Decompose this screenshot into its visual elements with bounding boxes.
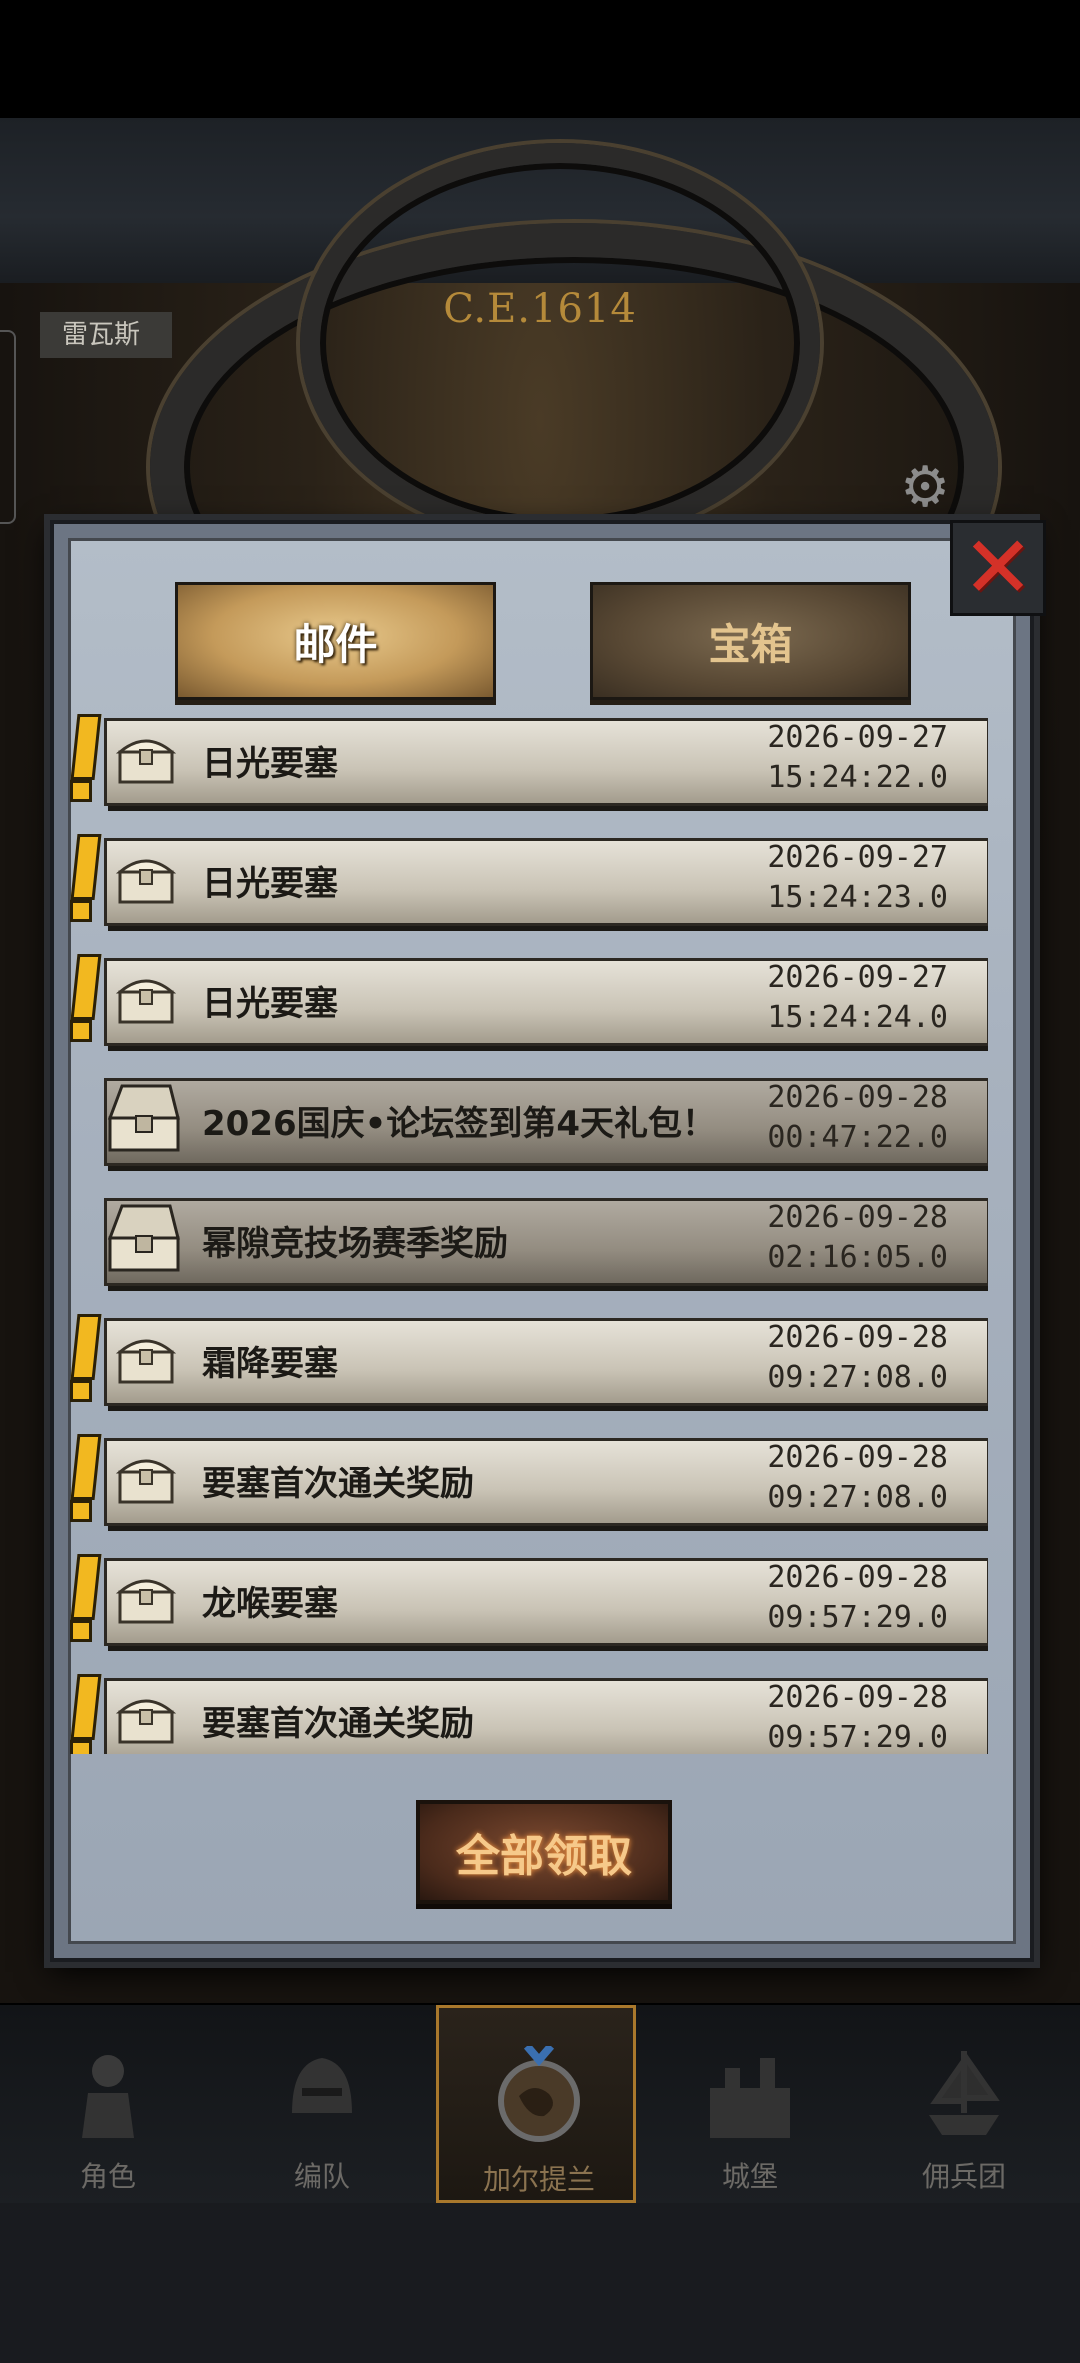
mail-item[interactable]: 龙喉要塞 2026-09-28 09:57:29.0 bbox=[64, 1554, 988, 1646]
mail-timestamp: 2026-09-28 09:57:29.0 bbox=[767, 1680, 948, 1754]
mail-title: 2026国庆•论坛签到第4天礼包！ bbox=[202, 1104, 717, 1144]
mail-timestamp: 2026-09-27 15:24:23.0 bbox=[767, 840, 948, 915]
mail-timestamp: 2026-09-28 02:16:05.0 bbox=[767, 1200, 948, 1275]
mail-timestamp: 2026-09-28 09:27:08.0 bbox=[767, 1320, 948, 1395]
unread-exclamation-icon bbox=[64, 1554, 102, 1646]
knight-icon bbox=[82, 2055, 134, 2138]
nav-item-castle[interactable]: 城堡 bbox=[650, 2005, 850, 2203]
bottom-nav: 角色 编队 加尔提兰 城堡 佣兵团 bbox=[0, 2005, 1080, 2203]
tab-mail[interactable]: 邮件 bbox=[175, 582, 496, 700]
mail-timestamp: 2026-09-28 09:57:29.0 bbox=[767, 1560, 948, 1635]
nav-item-formation[interactable]: 编队 bbox=[222, 2005, 422, 2203]
mail-title: 日光要塞 bbox=[202, 864, 338, 904]
mail-title: 日光要塞 bbox=[202, 744, 338, 784]
treasure-chest-icon bbox=[116, 1579, 176, 1624]
mail-timestamp: 2026-09-27 15:24:24.0 bbox=[767, 960, 948, 1035]
system-nav-bar bbox=[0, 2203, 1080, 2363]
mail-item[interactable]: 霜降要塞 2026-09-28 09:27:08.0 bbox=[64, 1314, 988, 1406]
nav-item-character[interactable]: 角色 bbox=[8, 2005, 208, 2203]
nav-item-mercenaries[interactable]: 佣兵团 bbox=[864, 2005, 1064, 2203]
mail-title: 霜降要塞 bbox=[202, 1344, 338, 1384]
open-chest-icon bbox=[107, 1204, 180, 1272]
ship-icon bbox=[929, 2051, 1000, 2135]
world-map-icon bbox=[498, 2046, 580, 2142]
mail-title: 要塞首次通关奖励 bbox=[202, 1464, 474, 1504]
treasure-chest-icon bbox=[116, 1699, 176, 1744]
mail-item[interactable]: 要塞首次通关奖励 2026-09-28 09:27:08.0 bbox=[64, 1434, 988, 1526]
status-bar bbox=[0, 0, 1080, 118]
unread-exclamation-icon bbox=[64, 834, 102, 926]
unread-exclamation-icon bbox=[64, 1674, 102, 1754]
unread-exclamation-icon bbox=[64, 1314, 102, 1406]
mail-item[interactable]: 要塞首次通关奖励 2026-09-28 09:57:29.0 bbox=[64, 1674, 988, 1754]
mail-item[interactable]: 日光要塞 2026-09-27 15:24:23.0 bbox=[64, 834, 988, 926]
mail-title: 龙喉要塞 bbox=[202, 1584, 338, 1624]
treasure-chest-icon bbox=[116, 1339, 176, 1384]
side-drawer-handle[interactable] bbox=[0, 330, 16, 524]
unread-exclamation-icon bbox=[64, 714, 102, 806]
mail-timestamp: 2026-09-27 15:24:22.0 bbox=[767, 720, 948, 795]
treasure-chest-icon bbox=[116, 859, 176, 904]
treasure-chest-icon bbox=[116, 1459, 176, 1504]
era-label: C.E.1614 bbox=[443, 286, 637, 332]
tab-chest[interactable]: 宝箱 bbox=[590, 582, 911, 700]
treasure-chest-icon bbox=[116, 739, 176, 784]
mail-item[interactable]: 日光要塞 2026-09-27 15:24:24.0 bbox=[64, 954, 988, 1046]
open-chest-icon bbox=[107, 1084, 180, 1152]
calendar-inner-ring bbox=[300, 143, 820, 543]
mail-title: 幂隙竞技场赛季奖励 bbox=[202, 1224, 508, 1264]
mail-title: 要塞首次通关奖励 bbox=[202, 1704, 474, 1744]
castle-icon bbox=[710, 2058, 790, 2138]
gear-icon[interactable]: ⚙ bbox=[900, 455, 950, 520]
unread-exclamation-icon bbox=[64, 1434, 102, 1526]
mail-list[interactable]: 日光要塞 2026-09-27 15:24:22.0 日光要塞 2026-09-2… bbox=[64, 714, 988, 1754]
mail-timestamp: 2026-09-28 09:27:08.0 bbox=[767, 1440, 948, 1515]
mail-item[interactable]: 幂隙竞技场赛季奖励 2026-09-28 02:16:05.0 bbox=[64, 1194, 988, 1286]
mail-timestamp: 2026-09-28 00:47:22.0 bbox=[767, 1080, 948, 1155]
location-label[interactable]: 雷瓦斯 bbox=[40, 312, 172, 358]
mail-item[interactable]: 2026国庆•论坛签到第4天礼包！ 2026-09-28 00:47:22.0 bbox=[64, 1074, 988, 1166]
unread-exclamation-icon bbox=[64, 954, 102, 1046]
close-icon[interactable]: ✕ bbox=[950, 520, 1046, 616]
mail-title: 日光要塞 bbox=[202, 984, 338, 1024]
mail-item[interactable]: 日光要塞 2026-09-27 15:24:22.0 bbox=[64, 714, 988, 806]
treasure-chest-icon bbox=[116, 979, 176, 1024]
nav-item-world[interactable]: 加尔提兰 bbox=[436, 2005, 636, 2203]
claim-all-button[interactable]: 全部领取 bbox=[416, 1800, 672, 1904]
helmet-icon bbox=[292, 2058, 352, 2113]
